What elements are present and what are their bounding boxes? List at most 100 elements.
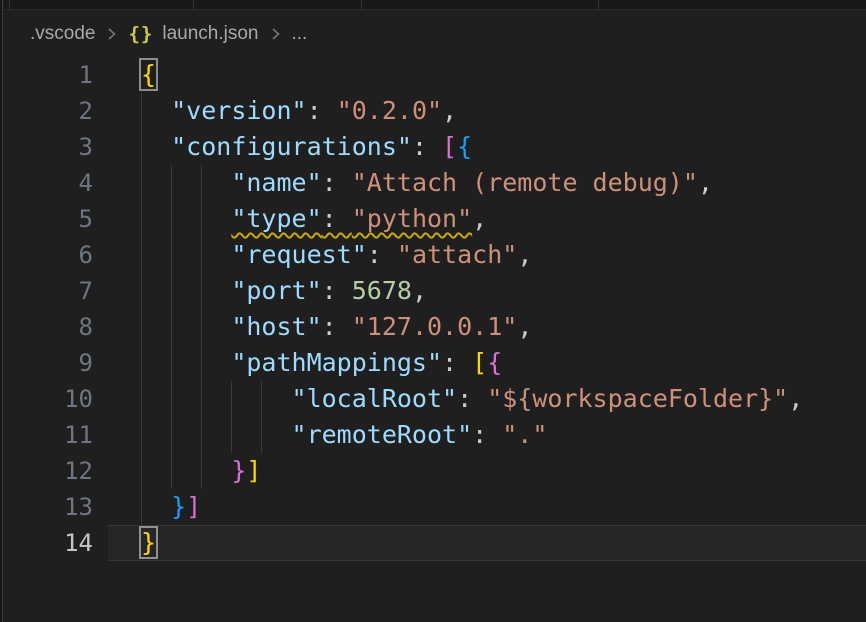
code-token: , <box>517 240 532 269</box>
code-token: , <box>442 96 457 125</box>
code-token: , <box>472 204 487 233</box>
code-token: "localRoot" <box>292 384 458 413</box>
tab-divider <box>9 0 10 10</box>
code-line[interactable]: 10 "localRoot": "${workspaceFolder}", <box>4 381 866 417</box>
code-token: , <box>517 312 532 341</box>
tab-bar[interactable] <box>4 0 866 10</box>
code-text: "remoteRoot": "." <box>141 417 866 453</box>
code-token: "127.0.0.1" <box>352 312 518 341</box>
code-token: : <box>457 384 487 413</box>
code-token: : <box>367 240 397 269</box>
code-token: : <box>442 348 472 377</box>
code-token: } <box>231 456 246 485</box>
code-text: "request": "attach", <box>141 237 866 273</box>
code-text: "pathMappings": [{ <box>141 345 866 381</box>
code-line[interactable]: 9 "pathMappings": [{ <box>4 345 866 381</box>
code-text: "port": 5678, <box>141 273 866 309</box>
chevron-right-icon <box>104 24 119 44</box>
code-line[interactable]: 14} <box>4 525 866 561</box>
json-braces-icon: {} <box>128 23 153 45</box>
code-token: , <box>412 276 427 305</box>
code-line[interactable]: 6 "request": "attach", <box>4 237 866 273</box>
breadcrumb-symbol[interactable]: ... <box>292 23 308 45</box>
code-token: : <box>322 168 352 197</box>
code-token: 5678 <box>352 276 412 305</box>
line-number[interactable]: 12 <box>4 453 93 489</box>
breadcrumb-bar: .vscode {} launch.json ... <box>4 11 866 57</box>
code-token: "python" <box>352 204 472 233</box>
code-line[interactable]: 4 "name": "Attach (remote debug)", <box>4 165 866 201</box>
line-number[interactable]: 3 <box>4 129 93 165</box>
code-line[interactable]: 3 "configurations": [{ <box>4 129 866 165</box>
line-number[interactable]: 14 <box>4 525 93 561</box>
code-token: , <box>698 168 713 197</box>
code-text: "type": "python", <box>141 201 866 237</box>
code-text: }] <box>141 453 866 489</box>
line-number[interactable]: 7 <box>4 273 93 309</box>
code-token: : <box>322 312 352 341</box>
code-token <box>141 204 231 233</box>
code-token: } <box>171 492 186 521</box>
tab-divider <box>193 0 194 10</box>
line-number[interactable]: 13 <box>4 489 93 525</box>
code-token: "${workspaceFolder}" <box>487 384 788 413</box>
code-token: ] <box>246 456 261 485</box>
code-text: "host": "127.0.0.1", <box>141 309 866 345</box>
code-token <box>141 348 231 377</box>
code-token: "port" <box>231 276 321 305</box>
chevron-right-icon <box>268 24 283 44</box>
code-token: : <box>307 96 337 125</box>
code-token: [ <box>472 348 487 377</box>
code-token: "remoteRoot" <box>292 420 473 449</box>
code-token: { <box>487 348 502 377</box>
code-token <box>141 420 292 449</box>
line-number[interactable]: 8 <box>4 309 93 345</box>
code-token: "Attach (remote debug)" <box>352 168 698 197</box>
code-token: "0.2.0" <box>337 96 442 125</box>
code-line[interactable]: 5 "type": "python", <box>4 201 866 237</box>
code-token: "request" <box>231 240 366 269</box>
line-number[interactable]: 1 <box>4 57 93 93</box>
code-token: , <box>788 384 803 413</box>
code-token: "configurations" <box>171 132 412 161</box>
code-line[interactable]: 7 "port": 5678, <box>4 273 866 309</box>
window-left-border <box>0 0 3 622</box>
code-line[interactable]: 1{ <box>4 57 866 93</box>
code-token: "name" <box>231 168 321 197</box>
code-line[interactable]: 13 }] <box>4 489 866 525</box>
code-line[interactable]: 12 }] <box>4 453 866 489</box>
code-token <box>141 312 231 341</box>
code-token: "pathMappings" <box>231 348 442 377</box>
code-line[interactable]: 11 "remoteRoot": "." <box>4 417 866 453</box>
editor[interactable]: 1{2 "version": "0.2.0",3 "configurations… <box>4 57 866 561</box>
line-number[interactable]: 4 <box>4 165 93 201</box>
code-line[interactable]: 2 "version": "0.2.0", <box>4 93 866 129</box>
code-text: "name": "Attach (remote debug)", <box>141 165 866 201</box>
code-token: ] <box>186 492 201 521</box>
code-token: "version" <box>171 96 306 125</box>
line-number[interactable]: 6 <box>4 237 93 273</box>
line-number[interactable]: 2 <box>4 93 93 129</box>
code-token: "type" <box>231 204 321 233</box>
line-number[interactable]: 11 <box>4 417 93 453</box>
code-token <box>141 384 292 413</box>
code-line[interactable]: 8 "host": "127.0.0.1", <box>4 309 866 345</box>
breadcrumb-folder[interactable]: .vscode <box>30 23 95 45</box>
code-token <box>141 168 231 197</box>
code-token: : <box>472 420 502 449</box>
line-number[interactable]: 9 <box>4 345 93 381</box>
line-number[interactable]: 5 <box>4 201 93 237</box>
breadcrumb-file[interactable]: launch.json <box>162 23 258 45</box>
code-token: "attach" <box>397 240 517 269</box>
code-token <box>141 96 171 125</box>
matched-bracket: } <box>141 528 156 557</box>
code-token <box>141 492 171 521</box>
code-token: : <box>322 276 352 305</box>
code-text: { <box>141 57 866 93</box>
tab-divider <box>598 0 599 10</box>
code-token: : <box>412 132 442 161</box>
line-number[interactable]: 10 <box>4 381 93 417</box>
code-token <box>141 276 231 305</box>
code-token: { <box>457 132 472 161</box>
code-token <box>141 456 231 485</box>
